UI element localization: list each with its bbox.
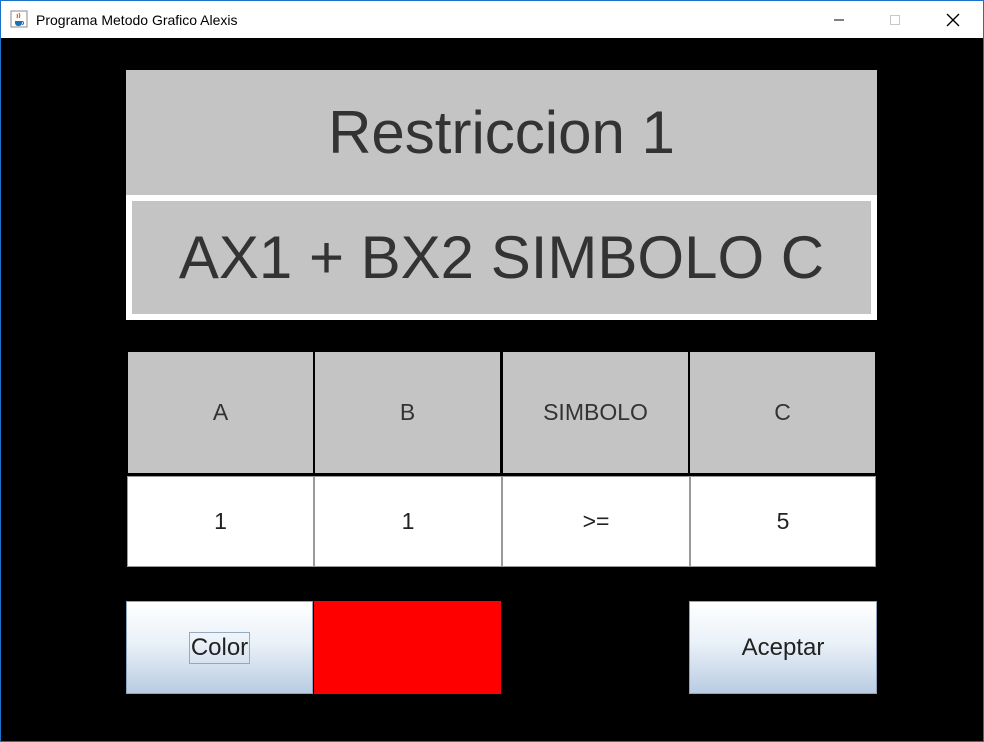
color-swatch xyxy=(314,601,501,694)
title-bar[interactable]: Programa Metodo Grafico Alexis xyxy=(1,1,983,38)
java-coffee-icon xyxy=(10,10,28,28)
close-button[interactable] xyxy=(925,1,981,38)
app-window: Programa Metodo Grafico Alexis Restricci… xyxy=(0,0,984,742)
maximize-button[interactable] xyxy=(867,1,923,38)
close-icon xyxy=(946,13,960,26)
formula-box: AX1 + BX2 SIMBOLO C xyxy=(126,195,877,320)
minimize-icon xyxy=(834,19,844,20)
minimize-button[interactable] xyxy=(811,1,867,38)
header-a: A xyxy=(128,352,313,473)
color-button[interactable]: Color xyxy=(126,601,313,694)
restriction-heading: Restriccion 1 xyxy=(328,99,675,166)
formula-text: AX1 + BX2 SIMBOLO C xyxy=(178,224,825,291)
formula-panel: AX1 + BX2 SIMBOLO C xyxy=(132,201,871,314)
maximize-icon xyxy=(890,14,900,25)
content-pane: Restriccion 1 AX1 + BX2 SIMBOLO C A B SI… xyxy=(1,38,983,741)
restriction-heading-panel: Restriccion 1 xyxy=(126,70,877,195)
field-a[interactable]: 1 xyxy=(127,476,314,567)
field-simbolo[interactable]: >= xyxy=(502,476,690,567)
accept-button[interactable]: Aceptar xyxy=(689,601,877,694)
coefficients-table: A B SIMBOLO C 1 1 >= 5 xyxy=(126,350,877,570)
header-c: C xyxy=(690,352,875,473)
header-simbolo: SIMBOLO xyxy=(503,352,688,473)
field-c[interactable]: 5 xyxy=(690,476,876,567)
window-title: Programa Metodo Grafico Alexis xyxy=(36,12,238,28)
header-b: B xyxy=(315,352,500,473)
field-b[interactable]: 1 xyxy=(314,476,502,567)
color-button-label: Color xyxy=(188,631,251,664)
